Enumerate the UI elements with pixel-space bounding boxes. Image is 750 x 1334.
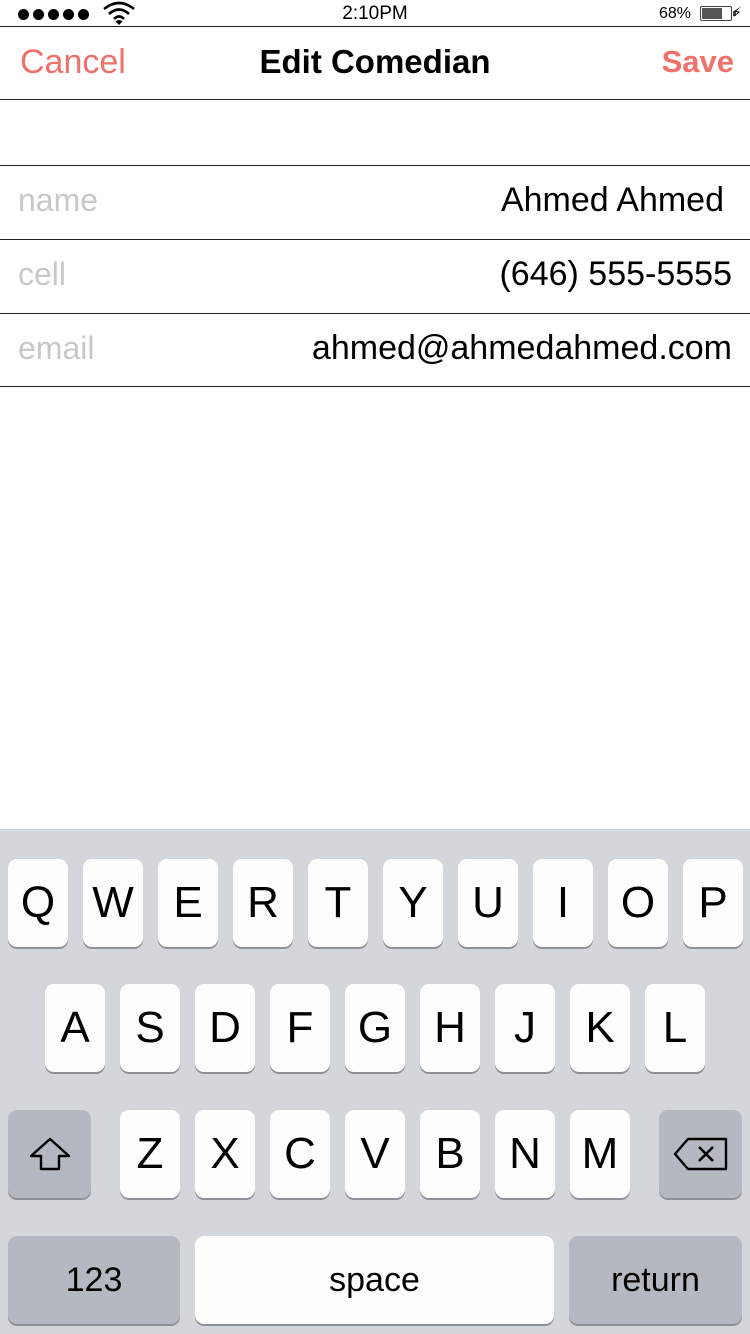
status-time: 2:10PM bbox=[342, 3, 408, 24]
key-i[interactable]: I bbox=[533, 859, 593, 947]
charging-bolt-icon: ⚡ bbox=[732, 4, 742, 20]
numbers-key[interactable]: 123 bbox=[8, 1236, 180, 1324]
name-label: name bbox=[18, 182, 99, 218]
key-c[interactable]: C bbox=[270, 1110, 330, 1198]
key-r[interactable]: R bbox=[233, 859, 293, 947]
key-n[interactable]: N bbox=[495, 1110, 555, 1198]
key-w[interactable]: W bbox=[83, 859, 143, 947]
key-t[interactable]: T bbox=[308, 859, 368, 947]
onscreen-keyboard: Q W E R T Y U I O P A S D F G H J K L Z … bbox=[0, 829, 750, 1334]
cell-row[interactable]: cell bbox=[0, 239, 750, 313]
email-label: email bbox=[18, 330, 95, 366]
key-g[interactable]: G bbox=[345, 984, 405, 1072]
battery-icon bbox=[700, 6, 736, 21]
navigation-bar: Cancel Edit Comedian Save bbox=[0, 26, 750, 100]
name-row[interactable]: name bbox=[0, 165, 750, 239]
key-u[interactable]: U bbox=[458, 859, 518, 947]
key-f[interactable]: F bbox=[270, 984, 330, 1072]
key-z[interactable]: Z bbox=[120, 1110, 180, 1198]
key-v[interactable]: V bbox=[345, 1110, 405, 1198]
key-e[interactable]: E bbox=[158, 859, 218, 947]
key-m[interactable]: M bbox=[570, 1110, 630, 1198]
delete-key[interactable] bbox=[659, 1110, 742, 1198]
key-x[interactable]: X bbox=[195, 1110, 255, 1198]
key-o[interactable]: O bbox=[608, 859, 668, 947]
key-l[interactable]: L bbox=[645, 984, 705, 1072]
return-key[interactable]: return bbox=[569, 1236, 742, 1324]
name-field[interactable] bbox=[164, 181, 724, 220]
comedian-form: name cell email bbox=[0, 165, 750, 387]
cell-label: cell bbox=[18, 256, 67, 292]
shift-key[interactable] bbox=[8, 1110, 91, 1198]
key-p[interactable]: P bbox=[683, 859, 743, 947]
status-bar: 2:10PM 68% ⚡ bbox=[0, 0, 750, 28]
key-b[interactable]: B bbox=[420, 1110, 480, 1198]
key-h[interactable]: H bbox=[420, 984, 480, 1072]
email-field[interactable] bbox=[172, 329, 732, 368]
key-a[interactable]: A bbox=[45, 984, 105, 1072]
key-y[interactable]: Y bbox=[383, 859, 443, 947]
key-s[interactable]: S bbox=[120, 984, 180, 1072]
email-row[interactable]: email bbox=[0, 313, 750, 387]
key-q[interactable]: Q bbox=[8, 859, 68, 947]
space-key[interactable]: space bbox=[195, 1236, 554, 1324]
key-j[interactable]: J bbox=[495, 984, 555, 1072]
key-k[interactable]: K bbox=[570, 984, 630, 1072]
cell-field[interactable] bbox=[172, 255, 732, 294]
battery-percentage: 68% bbox=[658, 5, 691, 22]
key-d[interactable]: D bbox=[195, 984, 255, 1072]
save-button[interactable]: Save bbox=[662, 44, 734, 80]
shift-icon bbox=[29, 1137, 70, 1171]
page-title: Edit Comedian bbox=[259, 43, 491, 80]
backspace-icon bbox=[673, 1137, 727, 1171]
